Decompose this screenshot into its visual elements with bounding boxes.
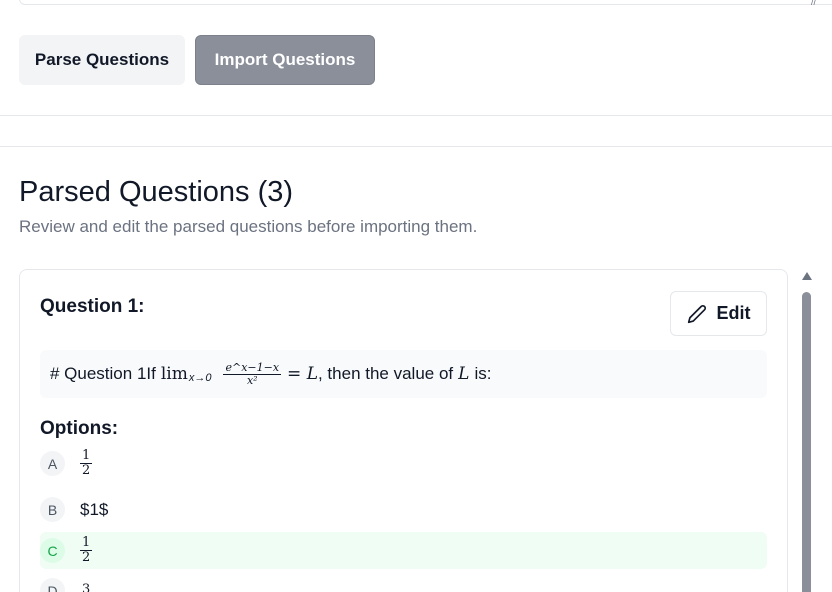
- option-fraction: 3: [80, 583, 92, 592]
- lim-text: lim: [160, 364, 188, 384]
- divider: [0, 146, 832, 147]
- question-prefix: # Question 1If: [50, 364, 156, 383]
- question-text: # Question 1If lim x→0 e^x−1−x x² = L , …: [40, 350, 767, 398]
- option-numerator: 1: [80, 448, 93, 464]
- resize-handle-icon[interactable]: //: [811, 0, 816, 7]
- equation-rhs: = L: [287, 364, 318, 384]
- lim-subscript: x→0: [188, 372, 212, 384]
- question-suffix: , then the value of: [317, 364, 454, 383]
- fraction: e^x−1−x x²: [223, 360, 282, 387]
- question-card: Question 1: Edit # Question 1If lim x→0 …: [19, 269, 788, 592]
- fraction-denominator: x²: [246, 373, 258, 387]
- question-end: is:: [474, 364, 492, 383]
- option-c-correct[interactable]: C 1 2: [40, 532, 767, 569]
- scroll-up-icon[interactable]: [802, 272, 812, 280]
- parse-questions-button[interactable]: Parse Questions: [19, 35, 185, 85]
- edit-button[interactable]: Edit: [670, 291, 767, 336]
- edit-label: Edit: [716, 303, 751, 323]
- limit-expression: lim x→0: [161, 364, 212, 384]
- option-letter: C: [40, 538, 65, 563]
- fraction-numerator: e^x−1−x: [223, 360, 282, 375]
- option-d[interactable]: D 3: [40, 572, 767, 592]
- divider: [0, 115, 832, 116]
- option-text: $1$: [80, 499, 109, 519]
- option-denominator: 2: [82, 550, 91, 565]
- option-letter: D: [40, 578, 65, 592]
- page-subtitle: Review and edit the parsed questions bef…: [19, 217, 478, 236]
- option-a[interactable]: A 1 2: [40, 445, 767, 482]
- option-b[interactable]: B $1$: [40, 491, 767, 528]
- questions-textarea[interactable]: [19, 0, 832, 5]
- page-title: Parsed Questions (3): [19, 176, 294, 208]
- options-title: Options:: [40, 418, 119, 439]
- variable-l: L: [458, 364, 470, 384]
- scrollbar-thumb[interactable]: [802, 292, 811, 592]
- option-letter: A: [40, 451, 65, 476]
- pencil-icon: [687, 304, 706, 323]
- scrollbar[interactable]: [800, 272, 814, 592]
- import-questions-button[interactable]: Import Questions: [195, 35, 375, 85]
- option-fraction: 1 2: [80, 448, 93, 478]
- option-denominator: 2: [82, 463, 91, 478]
- option-numerator: 1: [80, 535, 93, 551]
- option-letter: B: [40, 497, 65, 522]
- option-fraction: 1 2: [80, 535, 93, 565]
- option-numerator: 3: [80, 583, 92, 592]
- question-label: Question 1:: [40, 296, 145, 317]
